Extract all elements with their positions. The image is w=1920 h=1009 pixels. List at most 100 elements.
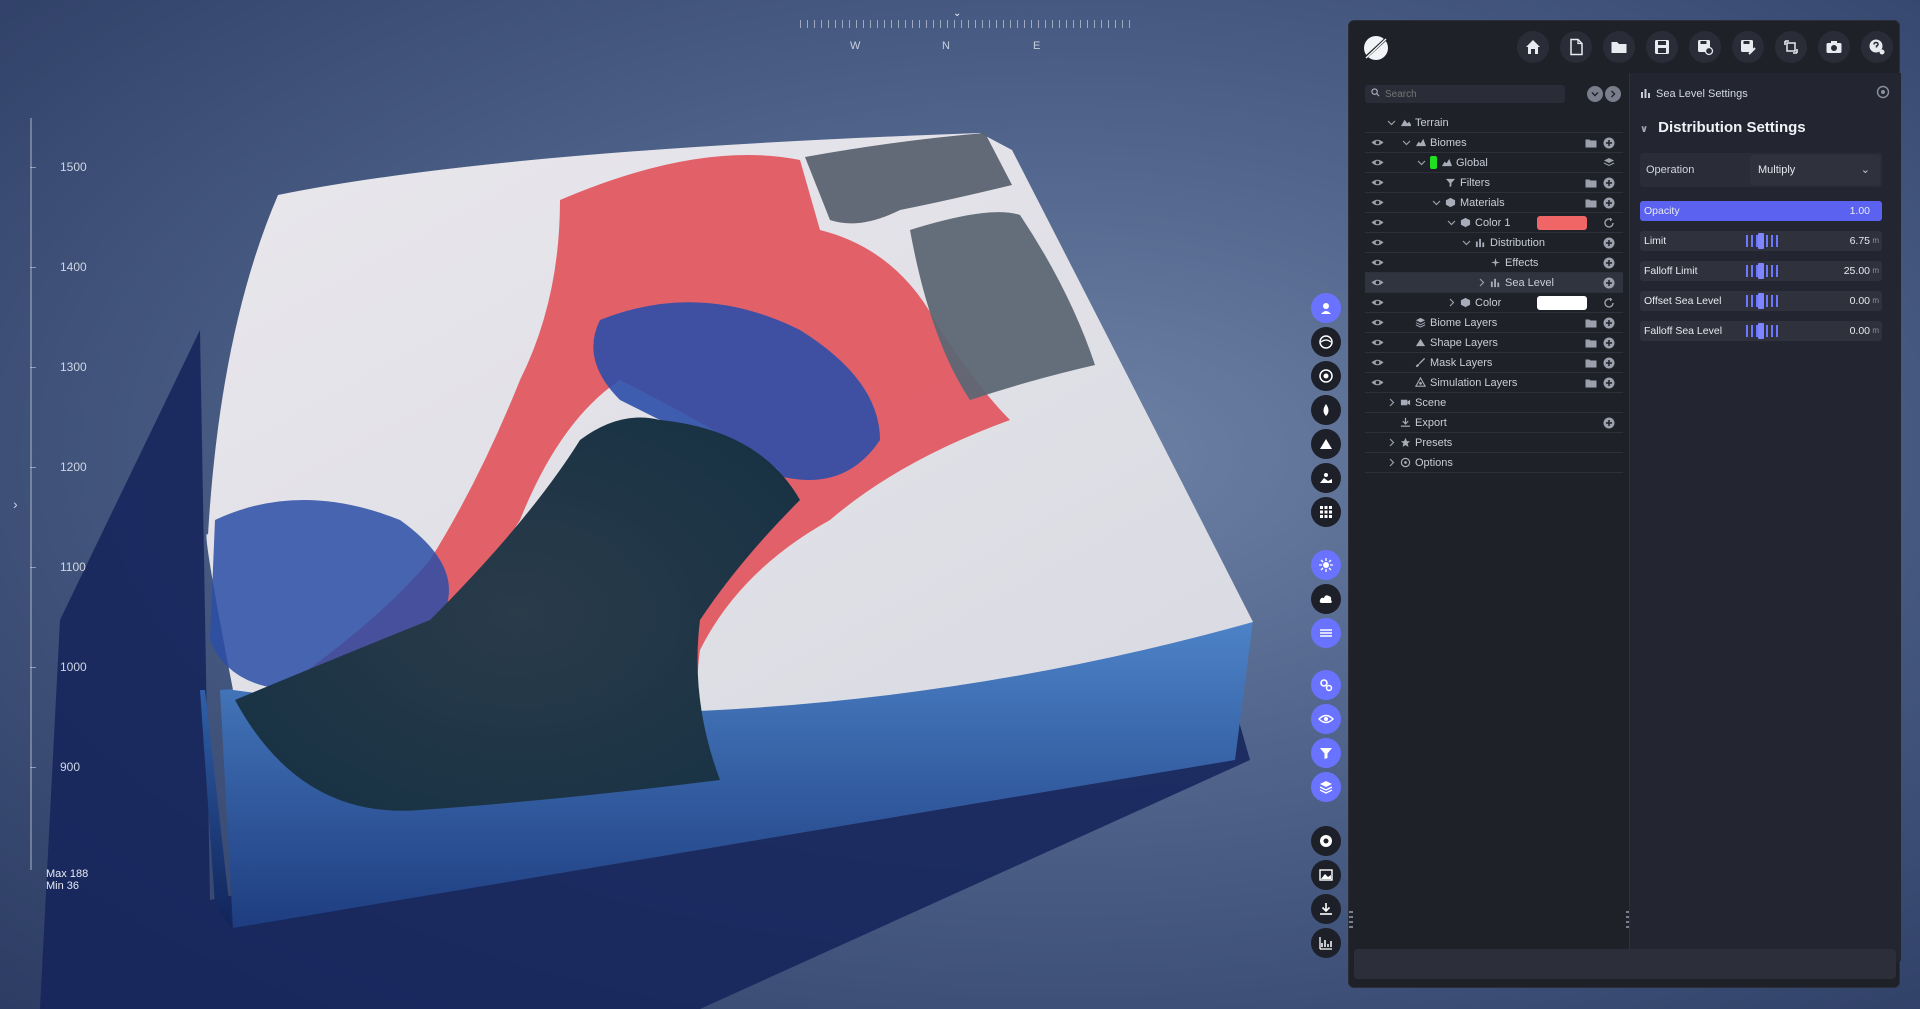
section-distribution-settings[interactable]: ∨ Distribution Settings (1640, 119, 1806, 136)
operation-select[interactable]: Multiply ⌄ (1750, 155, 1880, 185)
visibility-eye-icon[interactable] (1371, 278, 1384, 287)
add-icon[interactable] (1603, 377, 1615, 389)
visibility-eye-icon[interactable] (1371, 178, 1384, 187)
visibility-eye-icon[interactable] (1371, 218, 1384, 227)
landscape-button[interactable] (1311, 463, 1341, 493)
tree-item-global[interactable]: Global (1365, 153, 1623, 173)
open-folder-button[interactable] (1603, 31, 1635, 63)
chevron-right-icon[interactable] (1477, 278, 1486, 287)
refresh-icon[interactable] (1603, 217, 1615, 229)
visibility-eye-icon[interactable] (1371, 158, 1384, 167)
add-icon[interactable] (1603, 137, 1615, 149)
add-icon[interactable] (1603, 197, 1615, 209)
folder-icon[interactable] (1585, 137, 1597, 149)
folder-icon[interactable] (1585, 337, 1597, 349)
save-as-button[interactable] (1732, 31, 1764, 63)
sun-button[interactable] (1311, 550, 1341, 580)
chevron-down-icon[interactable] (1462, 238, 1471, 247)
search-options-button[interactable] (1587, 86, 1603, 102)
search-input[interactable] (1365, 85, 1565, 103)
chevron-down-icon[interactable] (1417, 158, 1426, 167)
param-value[interactable]: 0.00 (1850, 325, 1870, 337)
visibility-eye-icon[interactable] (1371, 198, 1384, 207)
visibility-eye-icon[interactable] (1371, 138, 1384, 147)
filter-button[interactable] (1311, 738, 1341, 768)
rock-button[interactable] (1311, 361, 1341, 391)
visibility-eye-icon[interactable] (1371, 338, 1384, 347)
visibility-eye-icon[interactable] (1371, 298, 1384, 307)
param-value[interactable]: 6.75 (1850, 235, 1870, 247)
tree-item-effects[interactable]: Effects (1365, 253, 1623, 273)
add-icon[interactable] (1603, 277, 1615, 289)
expand-left-icon[interactable]: › (13, 496, 18, 512)
eye-button[interactable] (1311, 704, 1341, 734)
folder-icon[interactable] (1585, 317, 1597, 329)
color-swatch[interactable] (1537, 296, 1587, 310)
tree-item-distribution[interactable]: Distribution (1365, 233, 1623, 253)
settings-options-icon[interactable] (1876, 85, 1890, 99)
tree-item-simulation-layers[interactable]: Simulation Layers (1365, 373, 1623, 393)
add-icon[interactable] (1603, 177, 1615, 189)
refresh-button[interactable] (1775, 31, 1807, 63)
tree-item-presets[interactable]: Presets (1365, 433, 1623, 453)
folder-icon[interactable] (1585, 377, 1597, 389)
grid-button[interactable] (1311, 497, 1341, 527)
tree-item-color1[interactable]: Color 1 (1365, 213, 1623, 233)
add-icon[interactable] (1603, 257, 1615, 269)
param-falloff-sea-level[interactable]: Falloff Sea Level 0.00 m (1640, 321, 1882, 341)
refresh-icon[interactable] (1603, 297, 1615, 309)
add-icon[interactable] (1603, 317, 1615, 329)
visibility-eye-icon[interactable] (1371, 358, 1384, 367)
param-offset-sea-level[interactable]: Offset Sea Level 0.00 m (1640, 291, 1882, 311)
visibility-eye-icon[interactable] (1371, 258, 1384, 267)
help-button[interactable] (1861, 31, 1893, 63)
param-value[interactable]: 25.00 (1844, 265, 1870, 277)
param-slider-handle[interactable] (1758, 263, 1764, 279)
folder-icon[interactable] (1585, 197, 1597, 209)
add-icon[interactable] (1603, 417, 1615, 429)
download-button[interactable] (1311, 894, 1341, 924)
new-file-button[interactable] (1560, 31, 1592, 63)
param-falloff-limit[interactable]: Falloff Limit 25.00 m (1640, 261, 1882, 281)
mountain-button[interactable] (1311, 429, 1341, 459)
layers-button[interactable] (1311, 772, 1341, 802)
fog-button[interactable] (1311, 618, 1341, 648)
visibility-eye-icon[interactable] (1371, 238, 1384, 247)
settings-gears-button[interactable] (1311, 670, 1341, 700)
record-button[interactable] (1311, 826, 1341, 856)
add-icon[interactable] (1603, 357, 1615, 369)
chevron-down-icon[interactable] (1387, 118, 1396, 127)
cloud-button[interactable] (1311, 584, 1341, 614)
chevron-down-icon[interactable] (1402, 138, 1411, 147)
folder-icon[interactable] (1585, 177, 1597, 189)
chart-button[interactable] (1311, 928, 1341, 958)
tree-item-mask-layers[interactable]: Mask Layers (1365, 353, 1623, 373)
resize-handle-left[interactable] (1349, 911, 1353, 931)
tree-item-options[interactable]: Options (1365, 453, 1623, 473)
visibility-eye-icon[interactable] (1371, 378, 1384, 387)
tree-item-sea-level[interactable]: Sea Level (1365, 273, 1623, 293)
tree-item-export[interactable]: Export (1365, 413, 1623, 433)
tree-item-biome-layers[interactable]: Biome Layers (1365, 313, 1623, 333)
sculpt-button[interactable] (1311, 293, 1341, 323)
tree-item-terrain[interactable]: Terrain (1365, 113, 1623, 133)
chevron-right-icon[interactable] (1447, 298, 1456, 307)
save-button[interactable] (1646, 31, 1678, 63)
tree-item-color[interactable]: Color (1365, 293, 1623, 313)
add-icon[interactable] (1603, 237, 1615, 249)
camera-button[interactable] (1818, 31, 1850, 63)
tree-item-biomes[interactable]: Biomes (1365, 133, 1623, 153)
chevron-down-icon[interactable] (1432, 198, 1441, 207)
param-limit[interactable]: Limit 6.75 m (1640, 231, 1882, 251)
param-value[interactable]: 1.00 (1850, 205, 1870, 217)
add-icon[interactable] (1603, 337, 1615, 349)
chevron-down-icon[interactable] (1447, 218, 1456, 227)
home-button[interactable] (1517, 31, 1549, 63)
param-value[interactable]: 0.00 (1850, 295, 1870, 307)
tree-item-shape-layers[interactable]: Shape Layers (1365, 333, 1623, 353)
search-go-button[interactable] (1605, 86, 1621, 102)
param-slider-handle[interactable] (1758, 323, 1764, 339)
chevron-right-icon[interactable] (1387, 458, 1396, 467)
chevron-right-icon[interactable] (1387, 398, 1396, 407)
chevron-right-icon[interactable] (1387, 438, 1396, 447)
